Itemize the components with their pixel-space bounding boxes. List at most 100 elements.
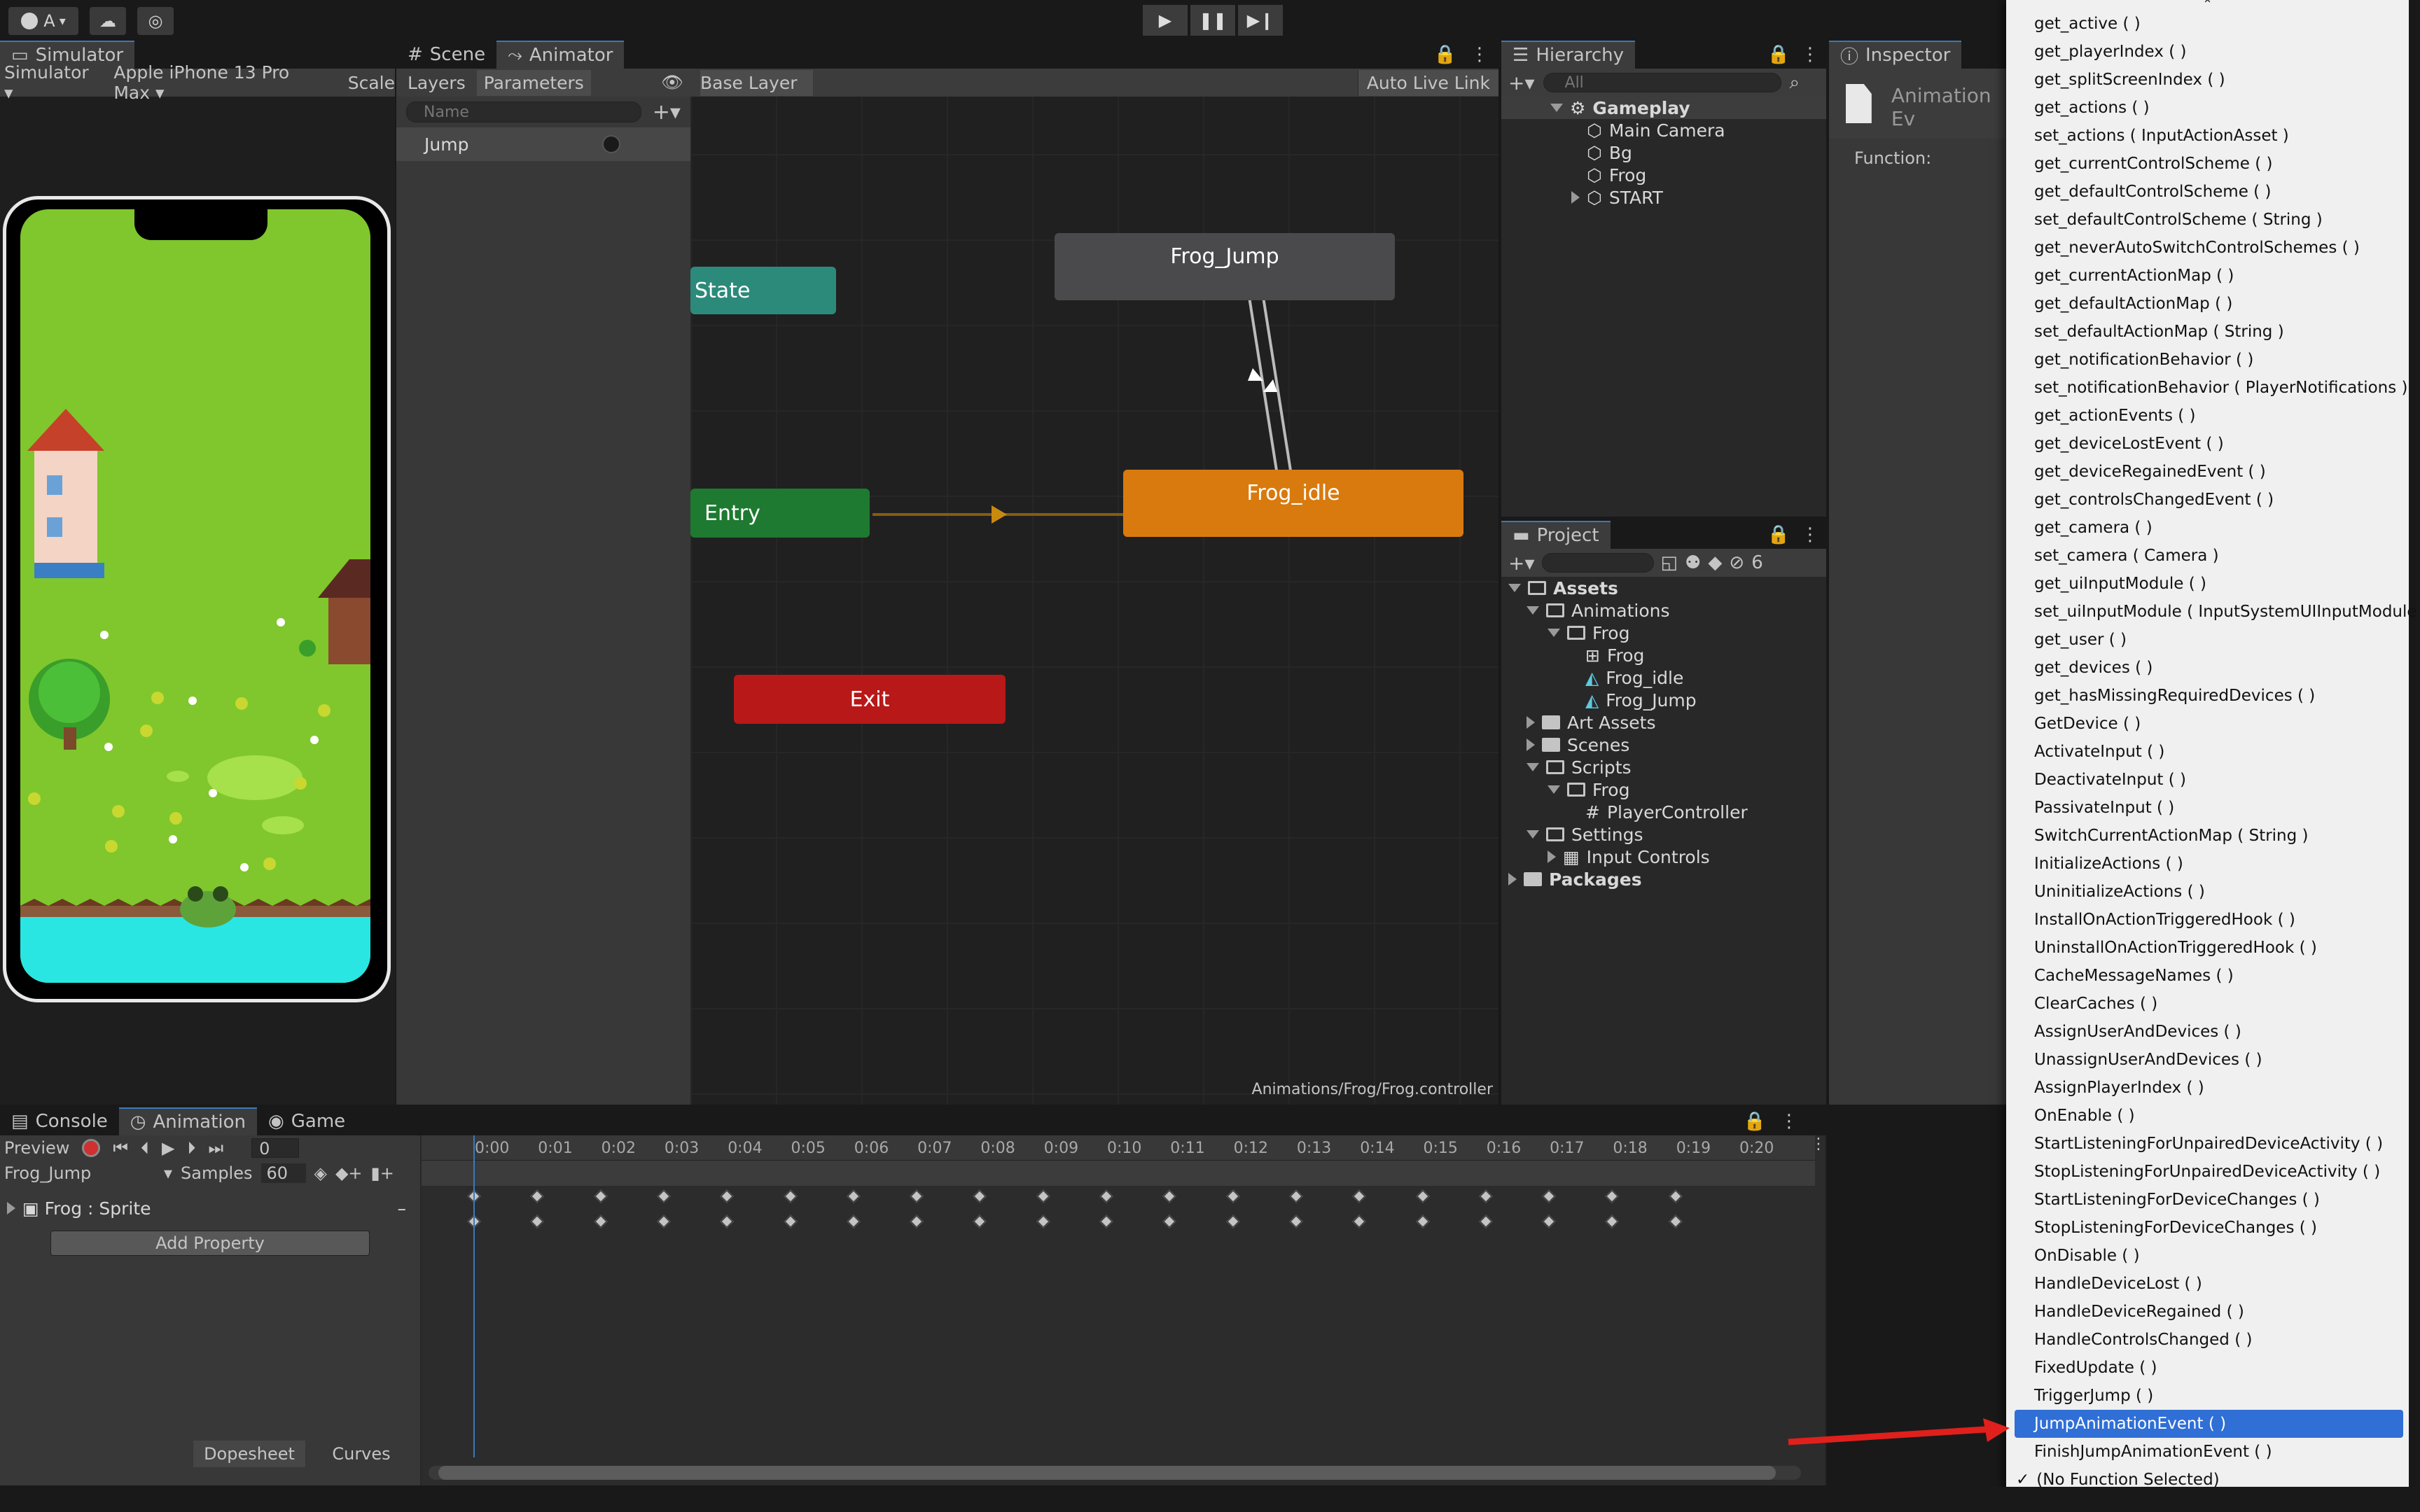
menu-item[interactable]: UninstallOnActionTriggeredHook ( ) xyxy=(2006,934,2409,962)
cloud-icon[interactable]: ☁ xyxy=(90,7,126,35)
keyframe[interactable] xyxy=(1288,1214,1303,1228)
keyframe[interactable] xyxy=(530,1214,545,1228)
hierarchy-item[interactable]: ⬡ Main Camera xyxy=(1501,119,1826,141)
keyframe[interactable] xyxy=(783,1189,798,1203)
expand-icon[interactable] xyxy=(1548,785,1560,794)
keyframe[interactable] xyxy=(1542,1214,1556,1228)
menu-item[interactable]: HandleDeviceLost ( ) xyxy=(2006,1270,2409,1298)
menu-item[interactable]: get_user ( ) xyxy=(2006,626,2409,654)
expand-icon[interactable] xyxy=(1527,738,1535,751)
menu-item[interactable]: set_defaultActionMap ( String ) xyxy=(2006,318,2409,346)
expand-icon[interactable] xyxy=(1508,873,1517,886)
pause-button[interactable]: ❚❚ xyxy=(1190,5,1235,36)
keyframe[interactable] xyxy=(1668,1189,1683,1203)
dopesheet-tab[interactable]: Dopesheet xyxy=(193,1441,305,1467)
menu-item[interactable]: get_splitScreenIndex ( ) xyxy=(2006,66,2409,94)
tab-inspector[interactable]: ⓘ Inspector xyxy=(1829,41,1962,69)
menu-item[interactable]: get_controlsChangedEvent ( ) xyxy=(2006,486,2409,514)
menu-item[interactable]: get_defaultControlScheme ( ) xyxy=(2006,178,2409,206)
menu-item[interactable]: StartListeningForDeviceChanges ( ) xyxy=(2006,1186,2409,1214)
parameter-row-jump[interactable]: Jump xyxy=(396,127,690,161)
keyframe[interactable] xyxy=(1036,1214,1050,1228)
menu-item[interactable]: get_notificationBehavior ( ) xyxy=(2006,346,2409,374)
add-event-button[interactable]: ▮+ xyxy=(371,1163,394,1183)
menu-item[interactable]: set_defaultControlScheme ( String ) xyxy=(2006,206,2409,234)
lock-icon[interactable]: 🔒 xyxy=(1767,44,1790,65)
keyframe[interactable] xyxy=(846,1189,861,1203)
remove-property-icon[interactable]: – xyxy=(398,1198,407,1219)
search-by-type-icon[interactable]: ◱ xyxy=(1661,552,1678,573)
next-keyframe-button[interactable]: ⏵ xyxy=(188,1138,196,1158)
expand-icon[interactable] xyxy=(1508,584,1521,592)
keyframe[interactable] xyxy=(593,1189,608,1203)
menu-item[interactable]: get_camera ( ) xyxy=(2006,514,2409,542)
menu-item[interactable]: CacheMessageNames ( ) xyxy=(2006,962,2409,990)
menu-item-selected[interactable]: JumpAnimationEvent ( ) xyxy=(2015,1410,2403,1438)
keyframe[interactable] xyxy=(1415,1189,1430,1203)
tree-input-controls[interactable]: ▦ Input Controls xyxy=(1501,846,1826,868)
trigger-toggle[interactable] xyxy=(602,135,620,153)
tree-frog-controller[interactable]: ⊞ Frog xyxy=(1501,644,1826,666)
tree-packages[interactable]: Packages xyxy=(1501,868,1826,890)
curves-tab[interactable]: Curves xyxy=(305,1441,417,1467)
expand-icon[interactable] xyxy=(7,1201,15,1214)
menu-item[interactable]: InitializeActions ( ) xyxy=(2006,850,2409,878)
scene-row[interactable]: ⚙ Gameplay xyxy=(1501,97,1826,119)
menu-item[interactable]: get_currentControlScheme ( ) xyxy=(2006,150,2409,178)
expand-icon[interactable] xyxy=(1527,763,1539,771)
tab-layers[interactable]: Layers xyxy=(408,73,466,93)
keyframe[interactable] xyxy=(1099,1189,1113,1203)
project-search-input[interactable] xyxy=(1541,553,1654,573)
keyframe[interactable] xyxy=(1225,1214,1240,1228)
key-filter-icon[interactable]: ◈ xyxy=(314,1163,327,1183)
keyframe[interactable] xyxy=(973,1189,987,1203)
entry-node[interactable]: Entry xyxy=(690,489,870,538)
menu-item[interactable]: StopListeningForDeviceChanges ( ) xyxy=(2006,1214,2409,1242)
menu-item[interactable]: FixedUpdate ( ) xyxy=(2006,1354,2409,1382)
hierarchy-item[interactable]: ⬡ START xyxy=(1501,186,1826,209)
keyframe[interactable] xyxy=(1542,1189,1556,1203)
menu-item[interactable]: UninitializeActions ( ) xyxy=(2006,878,2409,906)
keyframe[interactable] xyxy=(783,1214,798,1228)
prev-keyframe-button[interactable]: ⏴ xyxy=(141,1138,149,1158)
tree-animations[interactable]: Animations xyxy=(1501,599,1826,622)
eye-icon[interactable]: 👁 xyxy=(661,72,683,93)
frog-jump-node[interactable]: Frog_Jump xyxy=(1055,233,1395,300)
tab-animation[interactable]: ◷ Animation xyxy=(118,1107,258,1135)
hidden-packages-icon[interactable]: ⊘ xyxy=(1729,552,1744,573)
last-keyframe-button[interactable]: ⏭ xyxy=(209,1138,224,1158)
menu-item[interactable]: set_camera ( Camera ) xyxy=(2006,542,2409,570)
lock-icon[interactable]: 🔒 xyxy=(1744,1111,1766,1132)
tree-frog-idle[interactable]: ◭ Frog_idle xyxy=(1501,666,1826,689)
keyframe[interactable] xyxy=(656,1214,671,1228)
keyframe[interactable] xyxy=(846,1214,861,1228)
menu-item[interactable]: get_active ( ) xyxy=(2006,10,2409,38)
hierarchy-item[interactable]: ⬡ Frog xyxy=(1501,164,1826,186)
more-options-icon[interactable]: ⋮ xyxy=(1470,44,1489,65)
keyframe[interactable] xyxy=(1352,1189,1367,1203)
menu-item[interactable]: PassivateInput ( ) xyxy=(2006,794,2409,822)
keyframe[interactable] xyxy=(720,1189,735,1203)
tree-scenes[interactable]: Scenes xyxy=(1501,734,1826,756)
keyframe[interactable] xyxy=(1668,1214,1683,1228)
tab-animator[interactable]: ⤳ Animator xyxy=(496,41,625,69)
menu-item[interactable]: get_hasMissingRequiredDevices ( ) xyxy=(2006,682,2409,710)
tab-project[interactable]: ▬ Project xyxy=(1501,521,1611,549)
scroll-up-icon[interactable]: ⌃ xyxy=(2006,0,2409,11)
tab-parameters[interactable]: Parameters xyxy=(476,69,591,96)
menu-item[interactable]: OnDisable ( ) xyxy=(2006,1242,2409,1270)
device-mode-dropdown[interactable]: Simulator ▾ xyxy=(4,62,97,103)
exit-node[interactable]: Exit xyxy=(734,675,1006,724)
menu-item[interactable]: get_playerIndex ( ) xyxy=(2006,38,2409,66)
account-dropdown[interactable]: A ▾ xyxy=(8,7,78,35)
tag-icon[interactable]: ◆ xyxy=(1708,552,1722,573)
tree-frog-jump[interactable]: ◭ Frog_Jump xyxy=(1501,689,1826,711)
menu-item[interactable]: StartListeningForUnpairedDeviceActivity … xyxy=(2006,1130,2409,1158)
keyframe[interactable] xyxy=(720,1214,735,1228)
create-button[interactable]: +▾ xyxy=(1508,552,1535,575)
menu-item[interactable]: GetDevice ( ) xyxy=(2006,710,2409,738)
lock-icon[interactable]: 🔒 xyxy=(1434,44,1456,65)
parameter-search-input[interactable] xyxy=(406,102,641,122)
keyframe[interactable] xyxy=(1352,1214,1367,1228)
tab-hierarchy[interactable]: ☰ Hierarchy xyxy=(1501,41,1635,69)
